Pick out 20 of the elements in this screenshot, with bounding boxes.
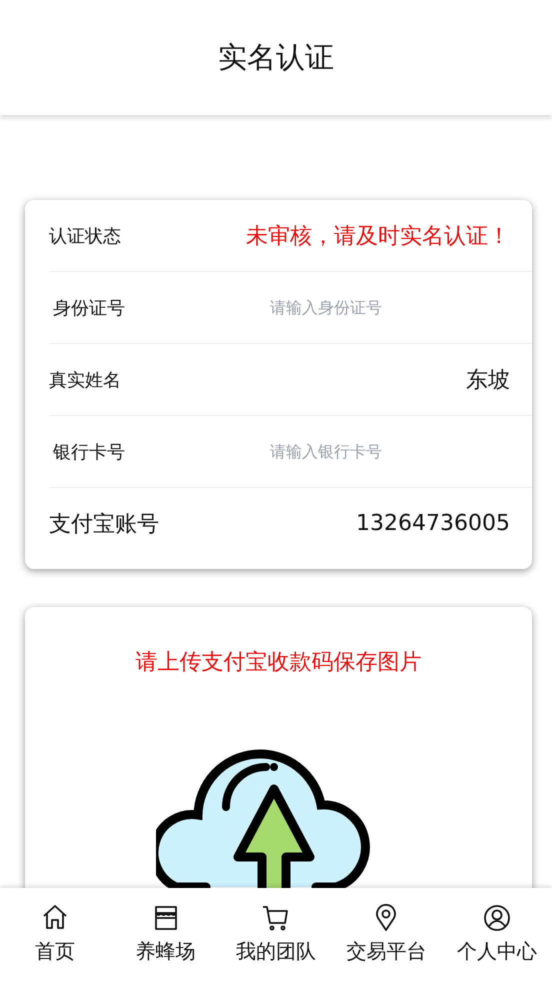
upload-prompt: 请上传支付宝收款码保存图片 xyxy=(136,649,422,677)
field-value: 东坡 xyxy=(466,366,510,394)
tab-item[interactable]: 交易平台 xyxy=(332,904,440,965)
input-field[interactable]: 请输入银行卡号 xyxy=(234,441,418,462)
page-title: 实名认证 xyxy=(218,38,334,76)
tab-item[interactable]: 养蜂场 xyxy=(112,904,220,965)
tab-item[interactable]: 首页 xyxy=(1,904,110,965)
field-label: 银行卡号 xyxy=(52,440,126,464)
field-label: 身份证号 xyxy=(52,296,126,320)
tab-item[interactable]: 个人中心 xyxy=(442,904,551,965)
field-label: 真实姓名 xyxy=(49,368,121,392)
field-value: 13264736005 xyxy=(356,511,510,536)
field-label: 认证状态 xyxy=(49,224,121,248)
field-label: 支付宝账号 xyxy=(49,510,159,538)
tab-item[interactable]: 我的团队 xyxy=(222,904,330,965)
status-text: 未审核，请及时实名认证！ xyxy=(246,222,510,250)
user-icon xyxy=(482,904,511,932)
input-field[interactable]: 请输入身份证号 xyxy=(234,297,418,318)
cart-icon xyxy=(262,904,290,932)
home-icon xyxy=(41,904,70,932)
